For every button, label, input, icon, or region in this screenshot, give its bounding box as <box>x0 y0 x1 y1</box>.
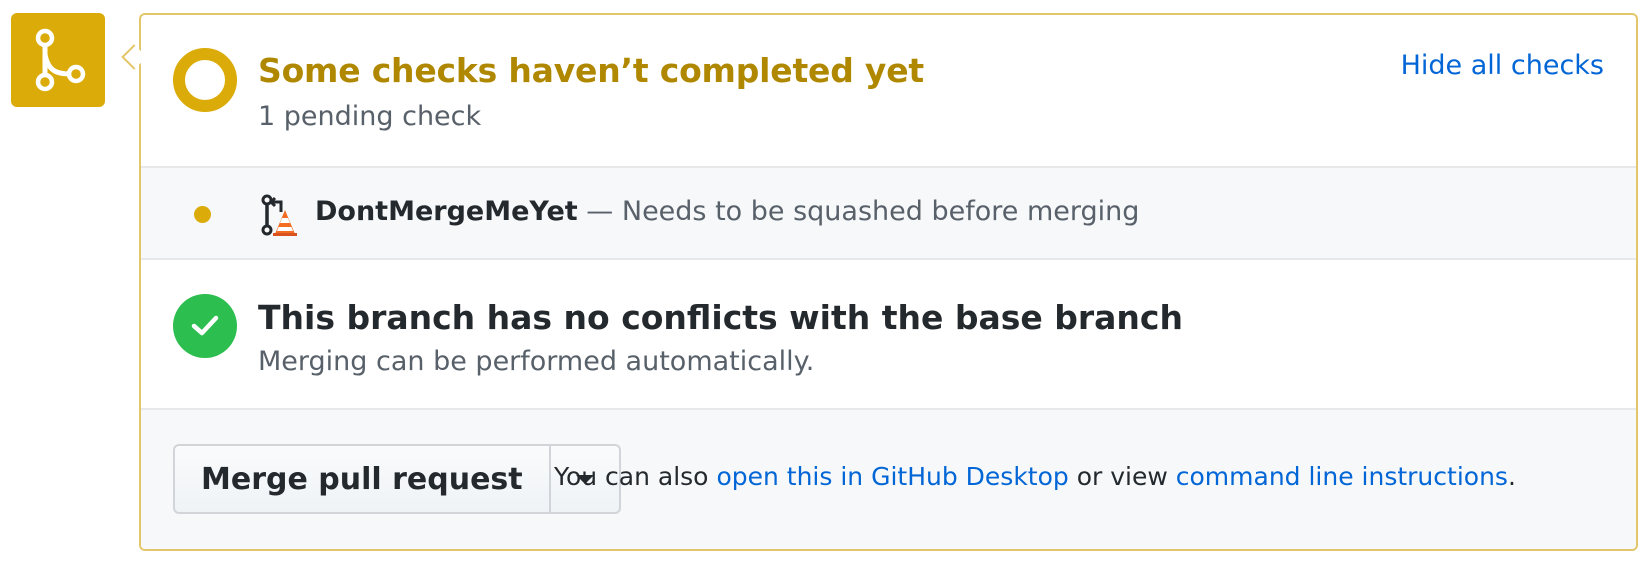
check-icon <box>191 315 219 336</box>
checks-title: Some checks haven’t completed yet <box>258 51 924 90</box>
check-name: DontMergeMeYet <box>315 196 578 227</box>
check-line: DontMergeMeYet — Needs to be squashed be… <box>315 196 1139 227</box>
pending-status-icon <box>173 48 237 112</box>
checks-subtitle: 1 pending check <box>258 101 482 132</box>
conflicts-title: This branch has no conflicts with the ba… <box>258 298 1183 337</box>
footer-text-middle: or view <box>1068 462 1176 491</box>
merge-footer: Merge pull request You can also open thi… <box>141 410 1636 549</box>
pull-request-traffic-cone-icon <box>261 194 297 236</box>
open-in-desktop-link[interactable]: open this in GitHub Desktop <box>716 462 1068 491</box>
footer-text-suffix: . <box>1507 462 1516 491</box>
merge-box-panel: Some checks haven’t completed yet 1 pend… <box>139 13 1638 551</box>
git-branch-icon <box>35 28 86 92</box>
check-item: DontMergeMeYet — Needs to be squashed be… <box>141 168 1636 260</box>
alternative-merge-text: You can also open this in GitHub Desktop… <box>554 462 1516 491</box>
command-line-instructions-link[interactable]: command line instructions <box>1176 462 1508 491</box>
merge-pull-request-button[interactable]: Merge pull request <box>175 446 551 512</box>
footer-text-prefix: You can also <box>554 462 717 491</box>
success-status-icon <box>173 294 237 358</box>
checks-summary: Some checks haven’t completed yet 1 pend… <box>141 15 1636 168</box>
hide-all-checks-link[interactable]: Hide all checks <box>1401 50 1604 81</box>
git-merge-icon-badge <box>11 13 105 107</box>
pending-dot-icon <box>194 206 211 223</box>
conflicts-status: This branch has no conflicts with the ba… <box>141 260 1636 410</box>
check-description: Needs to be squashed before merging <box>621 196 1140 227</box>
conflicts-subtitle: Merging can be performed automatically. <box>258 346 815 377</box>
check-separator: — <box>577 196 622 227</box>
